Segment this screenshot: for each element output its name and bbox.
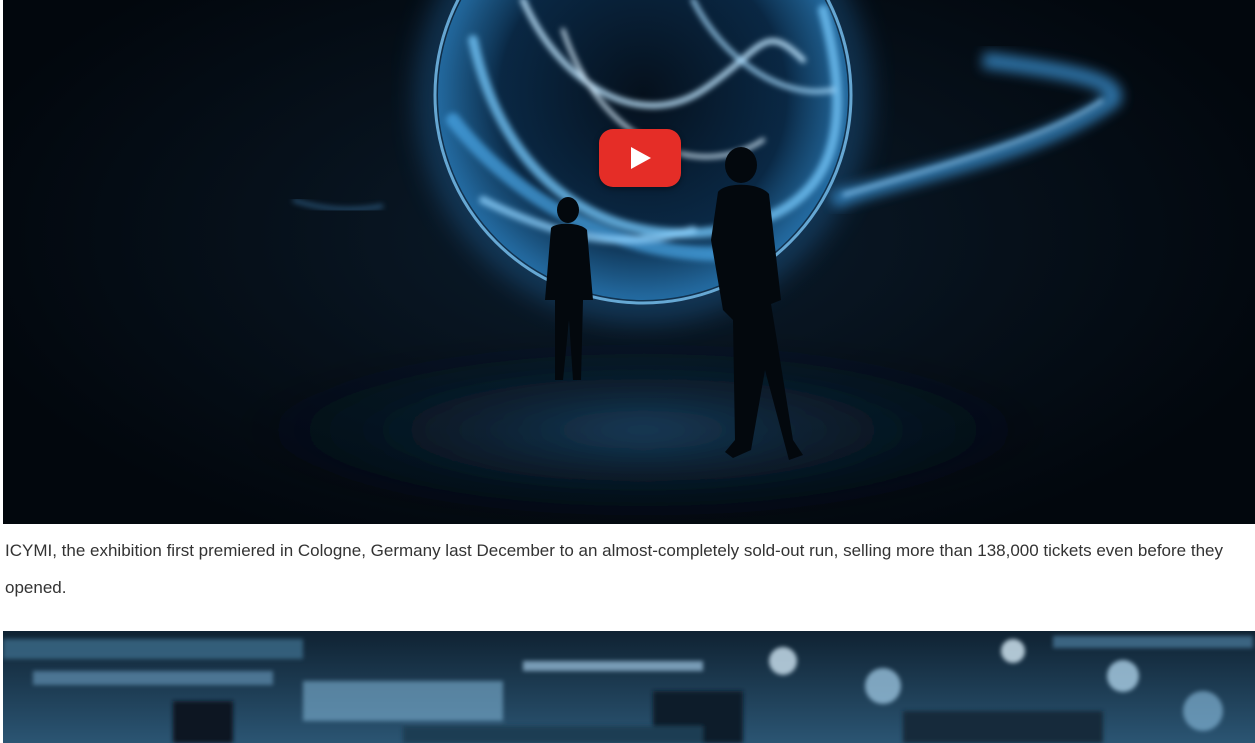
video-thumbnail xyxy=(223,0,1122,520)
play-icon xyxy=(631,147,651,169)
article-image xyxy=(3,631,1255,743)
embedded-video[interactable] xyxy=(3,0,1255,524)
play-button[interactable] xyxy=(599,129,681,187)
exhibition-photo xyxy=(3,631,1255,743)
article-paragraph: ICYMI, the exhibition first premiered in… xyxy=(5,541,1223,597)
